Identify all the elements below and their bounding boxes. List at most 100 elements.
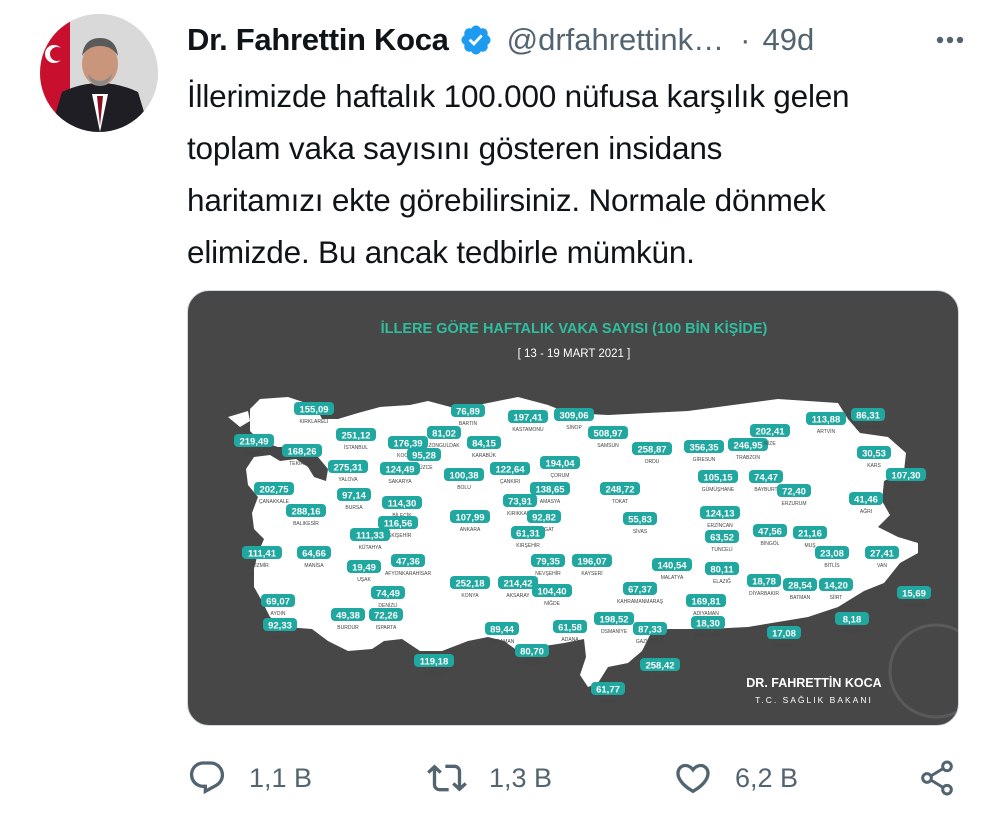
province-value: 107,99 xyxy=(455,513,484,524)
verified-badge-icon xyxy=(459,23,493,57)
province-value: 275,31 xyxy=(333,463,363,474)
province-name: ÇORUM xyxy=(551,473,570,479)
province-name: AFYONKARAHİSAR xyxy=(385,570,432,577)
province-value: 87,33 xyxy=(638,625,662,636)
province-value: 18,78 xyxy=(752,577,776,588)
province-name: MUŞ xyxy=(804,543,816,549)
province-badge: 219,49 EDİRNE xyxy=(234,434,274,457)
province-name: BALIKESİR xyxy=(293,520,319,527)
province-name: AYDIN xyxy=(271,611,286,617)
province-value: 61,31 xyxy=(516,529,540,540)
share-button[interactable] xyxy=(917,748,957,808)
province-value: 248,72 xyxy=(605,485,634,496)
avatar[interactable] xyxy=(40,14,158,132)
separator-dot: · xyxy=(740,22,751,57)
province-value: 72,40 xyxy=(782,487,806,498)
tweet-text-line: haritamızı ekte görebilirsiniz. Normale … xyxy=(187,182,826,218)
province-badge: 17,08 MARDİN xyxy=(767,626,801,649)
province-badge: 202,75 ÇANAKKALE xyxy=(254,482,294,505)
province-badge: 18,30 ŞANLIURFA xyxy=(691,616,725,639)
reply-icon xyxy=(187,758,227,798)
share-icon xyxy=(917,758,957,798)
tweet-text-line: İllerimizde haftalık 100.000 nüfusa karş… xyxy=(187,78,850,114)
province-value: 246,95 xyxy=(733,441,763,452)
province-value: 41,46 xyxy=(854,495,878,506)
province-name: AKSARAY xyxy=(506,593,530,599)
author-name[interactable]: Dr. Fahrettin Koca xyxy=(187,22,449,58)
province-value: 251,12 xyxy=(341,431,370,442)
like-button[interactable]: 6,2 B xyxy=(673,748,798,808)
province-value: 356,35 xyxy=(689,443,719,454)
province-name: İZMİR xyxy=(255,562,269,569)
province-value: 47,56 xyxy=(758,527,782,538)
like-count: 6,2 B xyxy=(735,762,799,793)
retweet-button[interactable]: 1,3 B xyxy=(427,748,552,808)
province-name: MARDİN xyxy=(774,642,794,649)
province-badge: 155,09 KIRKLARELİ xyxy=(294,402,334,425)
province-name: KAYSERİ xyxy=(581,570,602,577)
province-value: 168,26 xyxy=(287,447,316,458)
province-badge: 119,18 ANTALYA xyxy=(414,654,454,677)
province-name: SİİRT xyxy=(830,594,843,601)
province-name: ARTVİN xyxy=(817,428,836,435)
province-value: 176,39 xyxy=(393,439,422,450)
more-options-icon[interactable] xyxy=(930,20,970,60)
province-name: ANKARA xyxy=(460,527,481,533)
province-name: BİTLİS xyxy=(824,562,840,569)
tweet-media-image[interactable]: İLLERE GÖRE HAFTALIK VAKA SAYISI (100 Bİ… xyxy=(187,290,959,726)
province-value: 27,41 xyxy=(870,549,894,560)
province-name: KIRKLARELİ xyxy=(300,418,329,425)
province-value: 8,18 xyxy=(843,615,862,626)
tweet-timestamp[interactable]: 49d xyxy=(762,22,814,58)
province-name: OSMANİYE xyxy=(601,628,628,635)
province-value: 95,28 xyxy=(412,451,436,462)
province-value: 49,38 xyxy=(336,611,360,622)
reply-button[interactable]: 1,1 B xyxy=(187,748,312,808)
province-name: TUNCELİ xyxy=(711,546,732,553)
province-name: AĞRI xyxy=(860,508,872,515)
province-name: BAYBURT xyxy=(754,487,777,493)
province-badge: 105,15 GÜMÜŞHANE xyxy=(698,470,738,493)
province-badge: 8,18 ŞIRNAK xyxy=(835,612,869,635)
province-value: 196,07 xyxy=(577,557,606,568)
province-name: ORDU xyxy=(645,459,660,465)
province-value: 288,16 xyxy=(291,507,320,518)
province-value: 74,49 xyxy=(376,589,400,600)
province-value: 111,33 xyxy=(356,531,384,542)
province-name: ERZURUM xyxy=(782,501,807,507)
province-value: 81,02 xyxy=(432,429,456,440)
province-value: 140,54 xyxy=(657,561,687,572)
province-value: 55,83 xyxy=(628,515,652,526)
province-name: IĞDIR xyxy=(899,484,913,491)
province-name: DENİZLİ xyxy=(378,602,397,609)
province-value: 194,04 xyxy=(545,459,575,470)
province-value: 79,35 xyxy=(536,557,560,568)
province-badge: 197,41 KASTAMONU xyxy=(508,410,548,433)
map-title: İLLERE GÖRE HAFTALIK VAKA SAYISI (100 Bİ… xyxy=(381,320,768,337)
province-name: ERZİNCAN xyxy=(707,522,733,529)
province-value: 61,77 xyxy=(596,685,620,696)
avatar-photo xyxy=(40,14,158,132)
province-value: 61,58 xyxy=(558,623,582,634)
province-value: 508,97 xyxy=(593,429,622,440)
province-value: 63,52 xyxy=(710,533,734,544)
province-value: 72,26 xyxy=(374,611,398,622)
province-value: 138,65 xyxy=(535,485,565,496)
province-value: 19,49 xyxy=(352,563,376,574)
province-badge: 80,70 MERSİN xyxy=(515,644,549,667)
province-name: SAKARYA xyxy=(388,479,412,485)
province-value: 18,30 xyxy=(696,619,720,630)
province-name: ZONGULDAK xyxy=(428,443,460,449)
province-value: 86,31 xyxy=(856,411,880,422)
province-value: 17,08 xyxy=(772,629,796,640)
province-value: 104,40 xyxy=(537,587,566,598)
province-badge: 84,15 KARABÜK xyxy=(467,436,501,459)
province-name: HATAY xyxy=(600,699,616,705)
province-name: KASTAMONU xyxy=(512,427,544,433)
province-name: HAKKARİ xyxy=(903,602,925,609)
province-name: KİLİS xyxy=(654,674,667,681)
ministry-emblem-icon xyxy=(888,623,958,719)
province-name: MERSİN xyxy=(522,660,542,667)
province-value: 15,69 xyxy=(902,589,926,600)
author-handle[interactable]: @drfahrettink… xyxy=(507,22,725,58)
